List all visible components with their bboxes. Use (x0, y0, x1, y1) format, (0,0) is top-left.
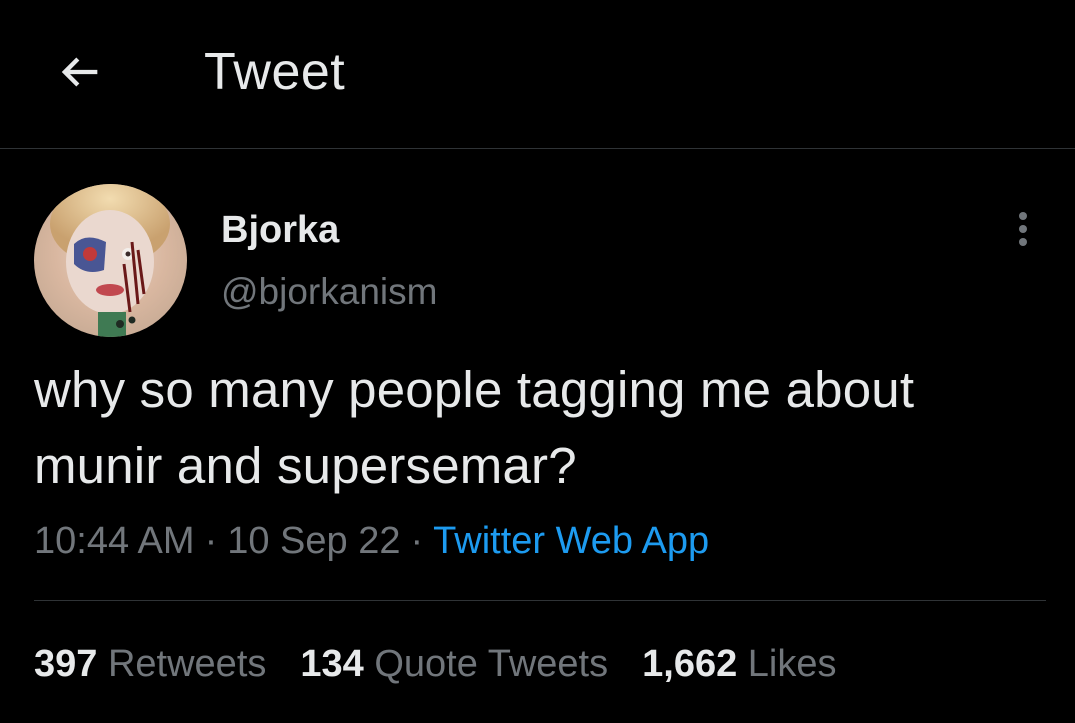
retweets-stat[interactable]: 397 Retweets (34, 638, 266, 690)
more-dots-icon (1019, 212, 1027, 220)
arrow-left-icon (61, 57, 98, 87)
author-handle[interactable]: @bjorkanism (221, 268, 437, 316)
more-dots-icon (1019, 225, 1027, 233)
avatar-image (34, 184, 187, 337)
meta-separator: · (204, 520, 218, 562)
tweet-time[interactable]: 10:44 AM (34, 520, 195, 562)
likes-count: 1,662 (642, 643, 738, 685)
tweet-stats: 397 Retweets 134 Quote Tweets 1,662 Like… (34, 638, 871, 690)
page-title: Tweet (204, 43, 346, 101)
likes-stat[interactable]: 1,662 Likes (642, 638, 836, 690)
tweet-source-link[interactable]: Twitter Web App (433, 520, 709, 562)
more-dots-icon (1019, 238, 1027, 246)
author-display-name[interactable]: Bjorka (221, 206, 339, 254)
quote-tweets-stat[interactable]: 134 Quote Tweets (300, 638, 608, 690)
top-bar: Tweet (0, 0, 1075, 149)
retweets-count: 397 (34, 643, 98, 685)
tweet-date[interactable]: 10 Sep 22 (227, 520, 400, 562)
tweet-text: why so many people tagging me about muni… (34, 361, 915, 494)
likes-label: Likes (747, 643, 837, 685)
meta-separator: · (410, 520, 424, 562)
back-button[interactable] (48, 40, 112, 104)
tweet-metadata: 10:44 AM · 10 Sep 22 · Twitter Web App (34, 515, 709, 567)
more-options-button[interactable] (1000, 206, 1046, 252)
retweets-label: Retweets (107, 643, 267, 685)
avatar[interactable] (34, 184, 187, 337)
quote-tweets-label: Quote Tweets (374, 643, 609, 685)
divider (34, 600, 1046, 601)
quote-tweets-count: 134 (300, 643, 364, 685)
